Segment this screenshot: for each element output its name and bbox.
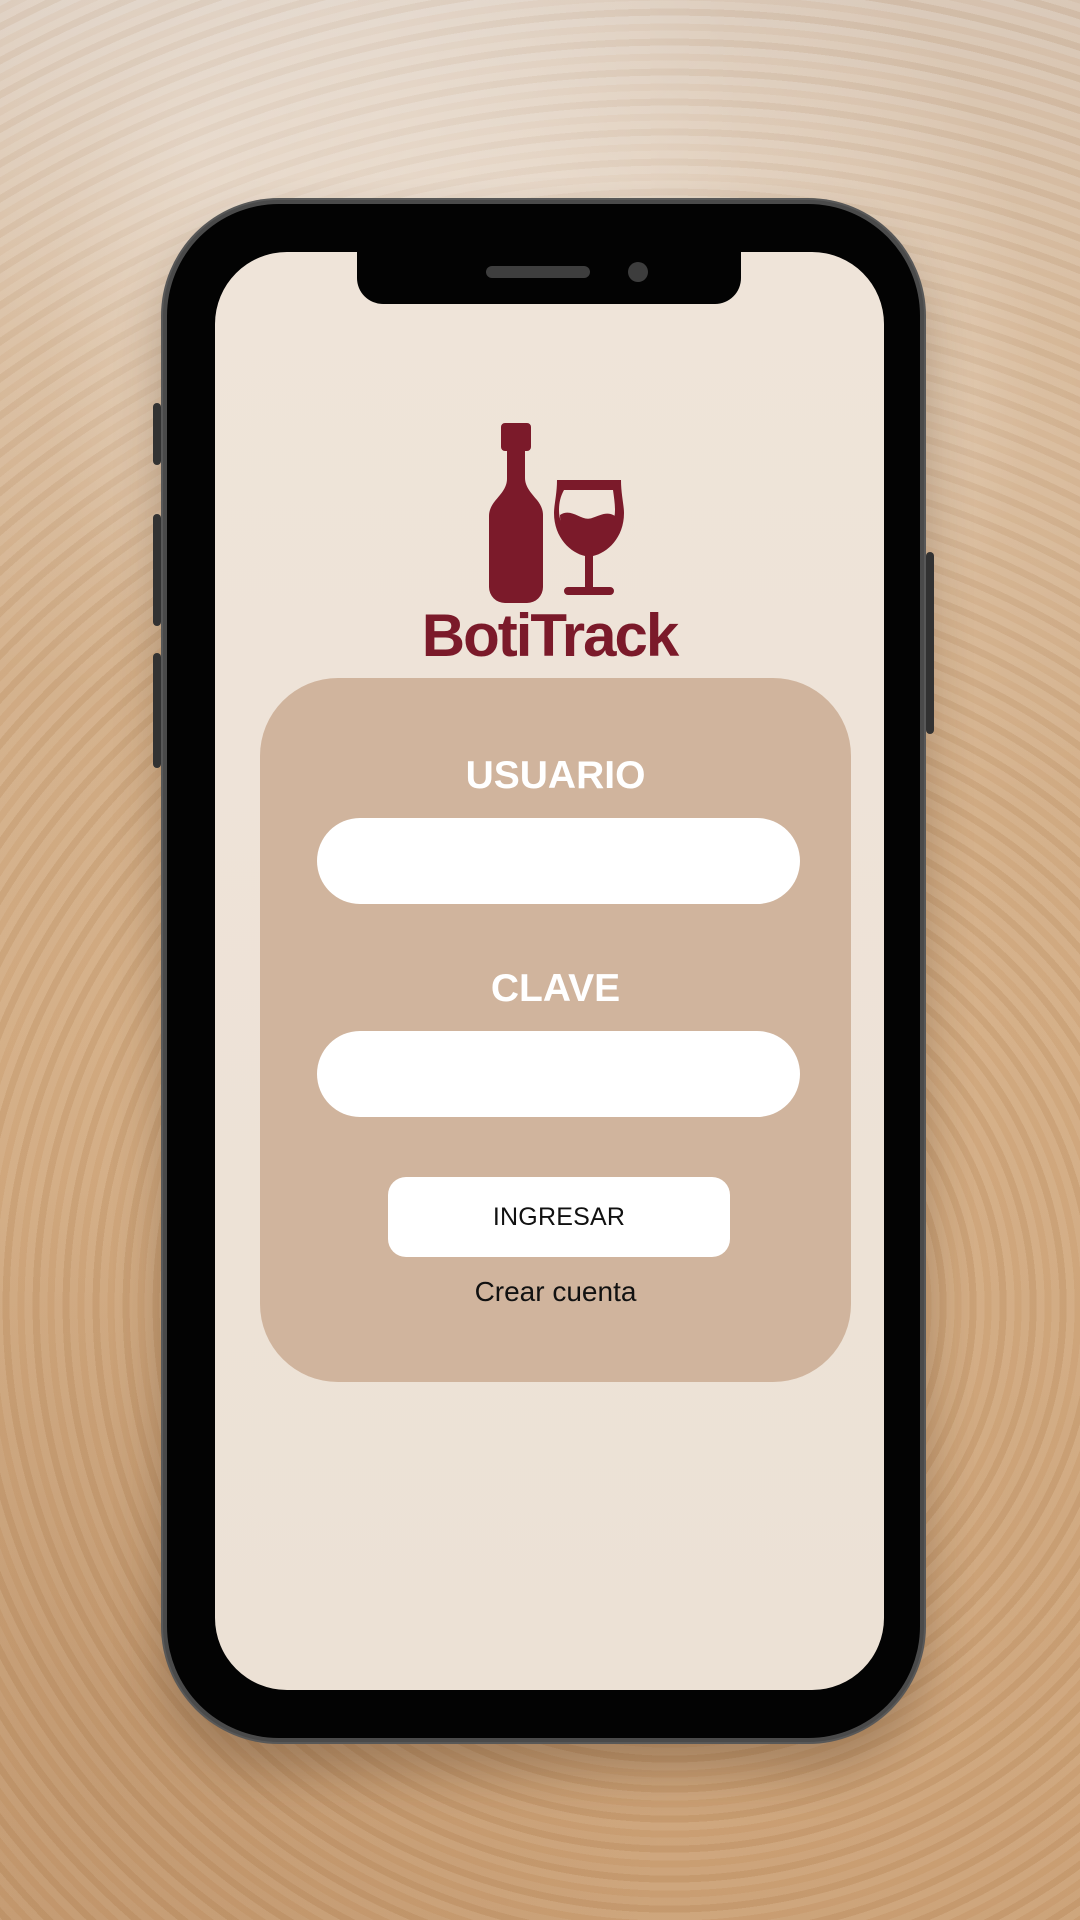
phone-side-button — [153, 514, 161, 626]
create-account-link[interactable]: Crear cuenta — [260, 1278, 851, 1306]
login-button[interactable]: INGRESAR — [388, 1177, 730, 1257]
front-camera — [628, 262, 648, 282]
password-label: CLAVE — [490, 967, 621, 1010]
phone-side-button — [153, 653, 161, 768]
phone-mockup: BotiTrack USUARIO CLAVE INGRESAR Crear c… — [153, 198, 934, 1744]
username-label: USUARIO — [465, 754, 646, 797]
phone-frame: BotiTrack USUARIO CLAVE INGRESAR Crear c… — [167, 204, 920, 1738]
phone-notch — [357, 252, 741, 304]
login-card: USUARIO CLAVE INGRESAR Crear cuenta — [260, 678, 851, 1382]
app-logo: BotiTrack — [215, 423, 884, 671]
username-input[interactable] — [317, 818, 800, 904]
phone-screen: BotiTrack USUARIO CLAVE INGRESAR Crear c… — [215, 252, 884, 1690]
speaker-grille — [486, 266, 590, 278]
app-brand-name: BotiTrack — [421, 602, 679, 669]
phone-side-button — [153, 403, 161, 465]
wine-bottle-glass-icon — [489, 423, 624, 603]
password-input[interactable] — [317, 1031, 800, 1117]
phone-side-button — [926, 552, 934, 734]
